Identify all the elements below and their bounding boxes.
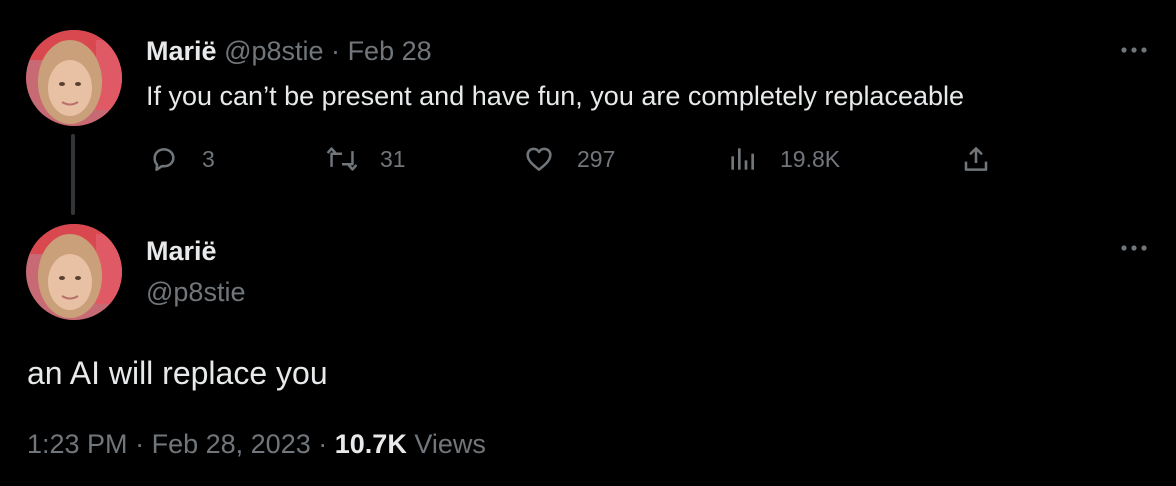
bar-chart-icon bbox=[724, 141, 760, 177]
views-button[interactable]: 19.8K bbox=[724, 140, 840, 178]
parent-more-button[interactable] bbox=[1114, 38, 1154, 62]
parent-author-handle[interactable]: @p8stie bbox=[224, 36, 323, 66]
main-tweet-meta: 1:23 PM · Feb 28, 2023 · 10.7K Views bbox=[27, 426, 486, 462]
retweet-button[interactable]: 31 bbox=[324, 140, 406, 178]
views-label: Views bbox=[414, 429, 486, 459]
retweet-count: 31 bbox=[380, 145, 406, 172]
reply-icon bbox=[146, 141, 182, 177]
share-icon bbox=[958, 141, 994, 177]
tweet-time[interactable]: 1:23 PM bbox=[27, 429, 128, 459]
parent-tweet-header: Marië @p8stie · Feb 28 bbox=[146, 34, 432, 68]
parent-tweet-date[interactable]: Feb 28 bbox=[348, 36, 432, 66]
views-count: 19.8K bbox=[780, 145, 841, 172]
parent-tweet-text: If you can’t be present and have fun, yo… bbox=[146, 81, 965, 111]
heart-icon bbox=[521, 141, 557, 177]
reply-count: 3 bbox=[202, 145, 215, 172]
retweet-icon bbox=[324, 141, 360, 177]
parent-avatar[interactable] bbox=[26, 30, 122, 126]
like-count: 297 bbox=[577, 145, 616, 172]
more-icon bbox=[1121, 47, 1147, 53]
share-button[interactable] bbox=[958, 140, 994, 178]
like-button[interactable]: 297 bbox=[521, 140, 615, 178]
views-count[interactable]: 10.7K bbox=[335, 429, 407, 459]
meta-separator: · bbox=[318, 429, 328, 459]
more-icon bbox=[1121, 245, 1147, 251]
parent-header-separator: · bbox=[331, 36, 341, 66]
main-author-name[interactable]: Marië bbox=[146, 234, 217, 268]
meta-separator: · bbox=[135, 429, 145, 459]
main-more-button[interactable] bbox=[1114, 236, 1154, 260]
main-avatar[interactable] bbox=[26, 224, 122, 320]
reply-button[interactable]: 3 bbox=[146, 140, 215, 178]
parent-author-name[interactable]: Marië bbox=[146, 36, 217, 66]
thread-connector-line bbox=[71, 134, 75, 215]
main-tweet-text: an AI will replace you bbox=[27, 355, 328, 391]
tweet-date[interactable]: Feb 28, 2023 bbox=[152, 429, 311, 459]
main-author-handle[interactable]: @p8stie bbox=[146, 275, 245, 309]
